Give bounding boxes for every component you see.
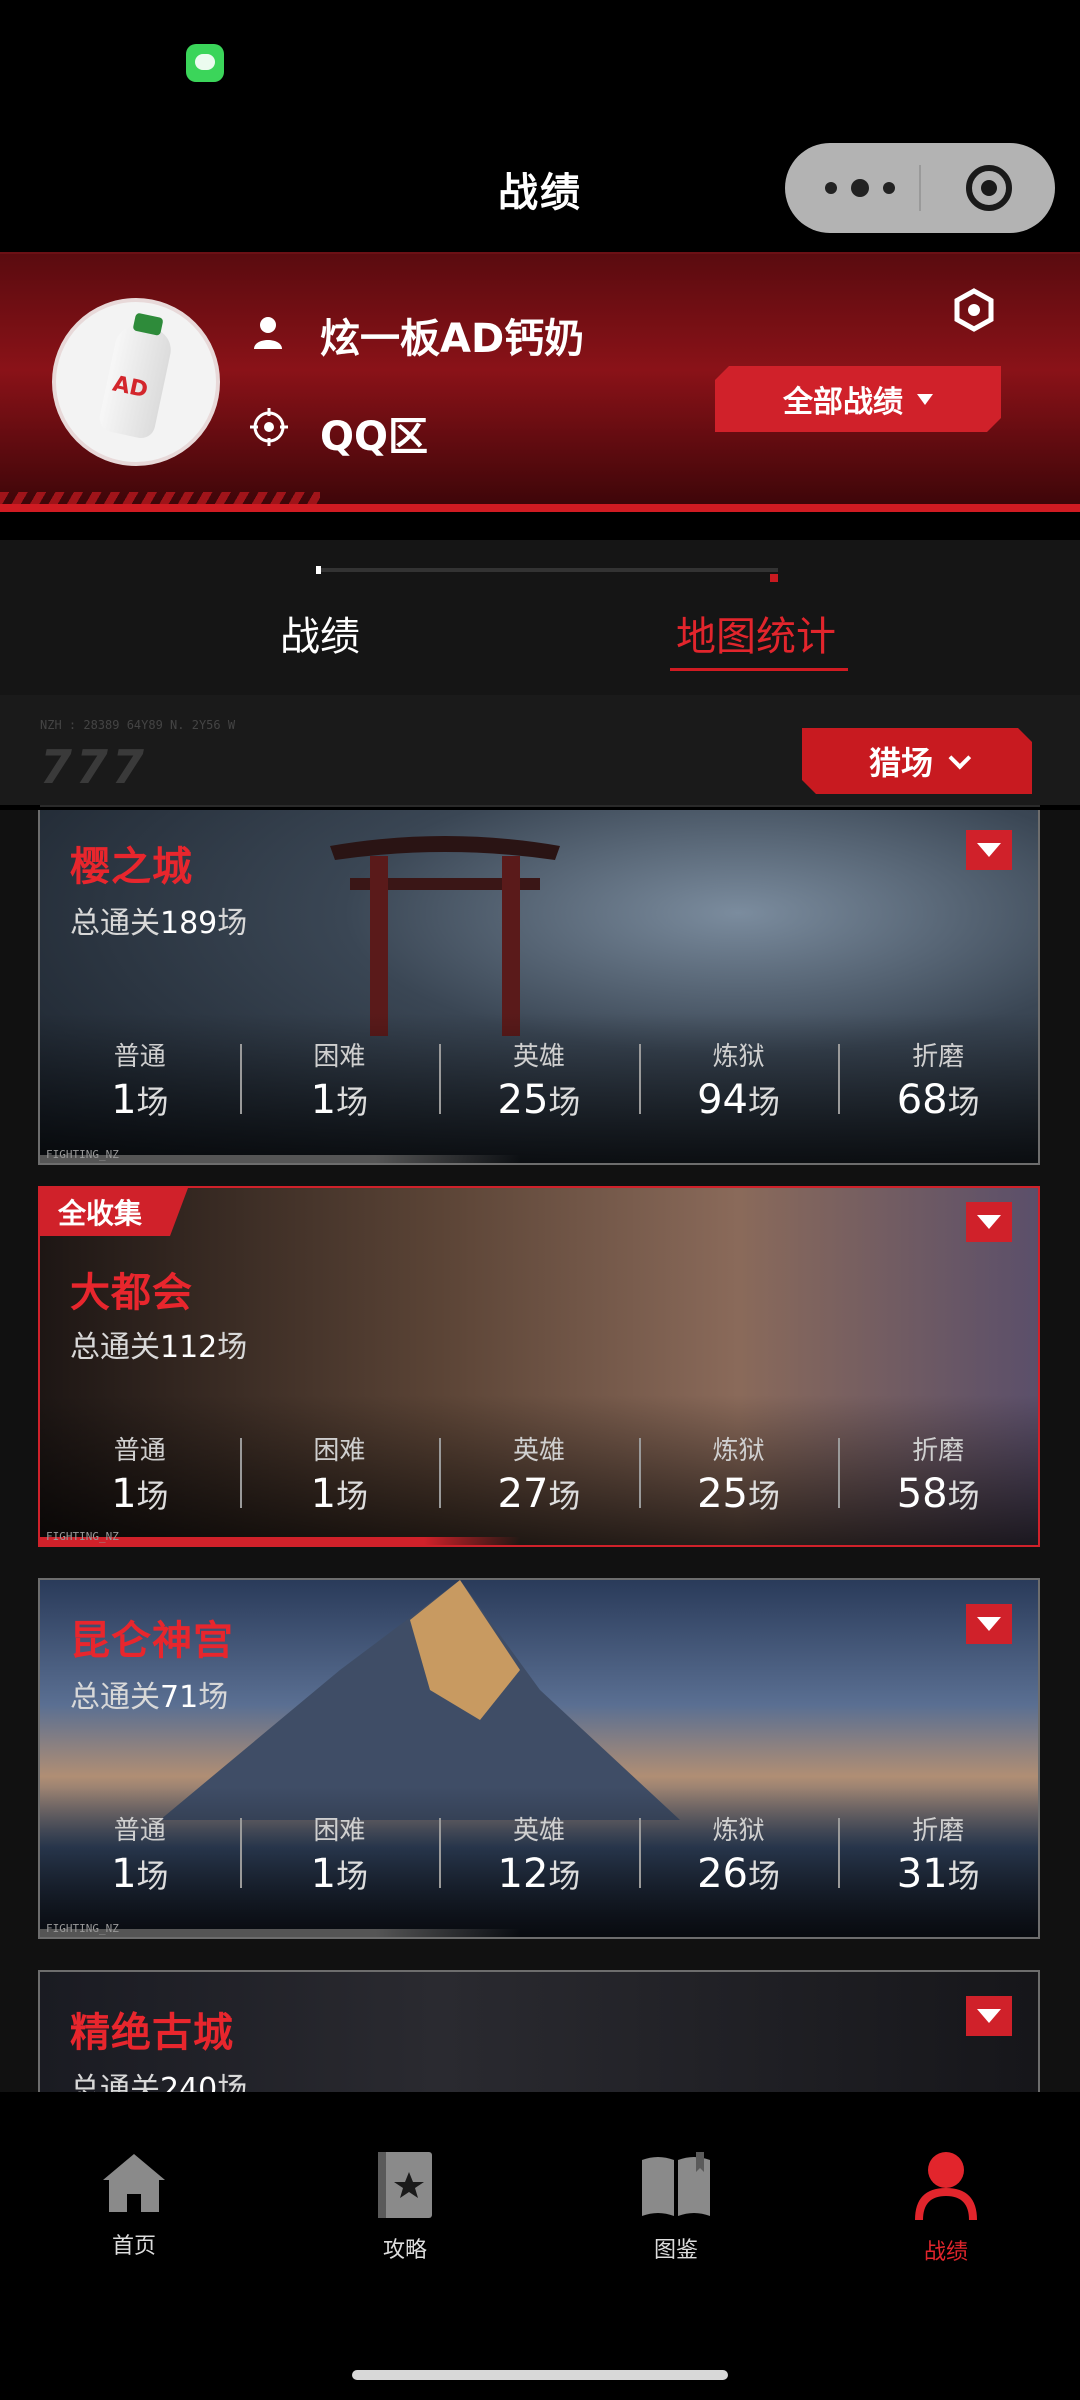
- card-footer-text: FIGHTING_NZ: [46, 1922, 119, 1935]
- map-total: 总通关189场: [70, 906, 248, 941]
- nav-guide[interactable]: 攻略: [325, 2150, 485, 2264]
- chevron-down-icon: [949, 747, 972, 770]
- zone-target-icon: [250, 408, 288, 446]
- expand-triangle-icon[interactable]: [966, 1604, 1012, 1644]
- decorative-code-text: NZH : 28389 64Y89 N. 2Y56 W: [40, 718, 236, 732]
- nav-codex[interactable]: 图鉴: [596, 2150, 756, 2264]
- expand-triangle-icon[interactable]: [966, 830, 1012, 870]
- map-total: 总通关240场: [70, 2072, 248, 2092]
- nickname: 炫一板AD钙奶: [320, 316, 585, 362]
- tab-map-stats[interactable]: 地图统计: [676, 604, 836, 662]
- avatar[interactable]: [52, 298, 220, 466]
- mountain-image: [160, 1580, 680, 1820]
- mode-dropdown[interactable]: 猎场: [802, 728, 1032, 794]
- torii-gate-image: [330, 836, 560, 1036]
- map-name: 精绝古城: [70, 2010, 234, 2056]
- settings-hex-icon[interactable]: [952, 288, 996, 332]
- full-collection-badge: 全收集: [40, 1188, 188, 1236]
- map-card-kunlun[interactable]: 昆仑神宫 总通关71场 普通 1场 困难 1场 英雄 12场 炼狱 26场 折磨 31场 …: [38, 1578, 1040, 1939]
- expand-triangle-icon[interactable]: [966, 1996, 1012, 2036]
- difficulty-stats: 普通 1场 困难 1场 英雄 12场 炼狱 26场 折磨 31场: [40, 1810, 1038, 1897]
- active-tab-underline: [670, 668, 848, 671]
- difficulty-stats: 普通 1场 困难 1场 英雄 25场 炼狱 94场 折磨 68场: [40, 1036, 1038, 1123]
- decorative-logo: 777: [40, 740, 149, 794]
- map-total: 总通关112场: [70, 1330, 248, 1365]
- user-icon: [915, 2152, 977, 2220]
- map-name: 昆仑神宫: [70, 1618, 234, 1664]
- home-icon: [103, 2154, 165, 2212]
- map-list[interactable]: 樱之城 总通关189场 普通 1场 困难 1场 英雄 25场 炼狱 94场 折磨 68场 …: [0, 810, 1080, 2092]
- nav-home[interactable]: 首页: [54, 2150, 214, 2260]
- zone-label: QQ区: [320, 414, 429, 460]
- map-total: 总通关71场: [70, 1680, 229, 1715]
- card-footer-text: FIGHTING_NZ: [46, 1530, 119, 1543]
- map-card-ancient-city[interactable]: 精绝古城 总通关240场: [38, 1970, 1040, 2092]
- nav-records[interactable]: 战绩: [866, 2150, 1026, 2266]
- tab-bar: [0, 540, 1080, 695]
- difficulty-stats: 普通 1场 困难 1场 英雄 27场 炼狱 25场 折磨 58场: [40, 1430, 1038, 1517]
- all-records-label: 全部战绩: [783, 385, 903, 420]
- caret-down-icon: [917, 394, 933, 405]
- home-indicator[interactable]: [352, 2370, 728, 2380]
- divider: [40, 805, 1040, 807]
- tab-records[interactable]: 战绩: [280, 604, 360, 662]
- user-icon: [254, 317, 282, 349]
- expand-triangle-icon[interactable]: [966, 1202, 1012, 1242]
- mini-program-capsule[interactable]: [785, 143, 1055, 233]
- open-book-icon: [642, 2152, 710, 2216]
- all-records-dropdown[interactable]: 全部战绩: [715, 366, 1001, 432]
- close-circle-icon[interactable]: [966, 165, 1012, 211]
- mode-label: 猎场: [868, 744, 933, 782]
- map-card-metropolis[interactable]: 全收集 大都会 总通关112场 普通 1场 困难 1场 英雄 27场 炼狱 25场 折磨…: [38, 1186, 1040, 1547]
- tab-indicator-track: [316, 566, 778, 582]
- more-icon[interactable]: [825, 175, 895, 201]
- map-name: 樱之城: [70, 844, 193, 890]
- guide-book-icon: [378, 2152, 432, 2218]
- map-name: 大都会: [70, 1270, 193, 1316]
- wechat-notification-icon: [186, 44, 224, 82]
- map-card-sakura[interactable]: 樱之城 总通关189场 普通 1场 困难 1场 英雄 25场 炼狱 94场 折磨 68场 …: [38, 810, 1040, 1165]
- card-footer-text: FIGHTING_NZ: [46, 1148, 119, 1161]
